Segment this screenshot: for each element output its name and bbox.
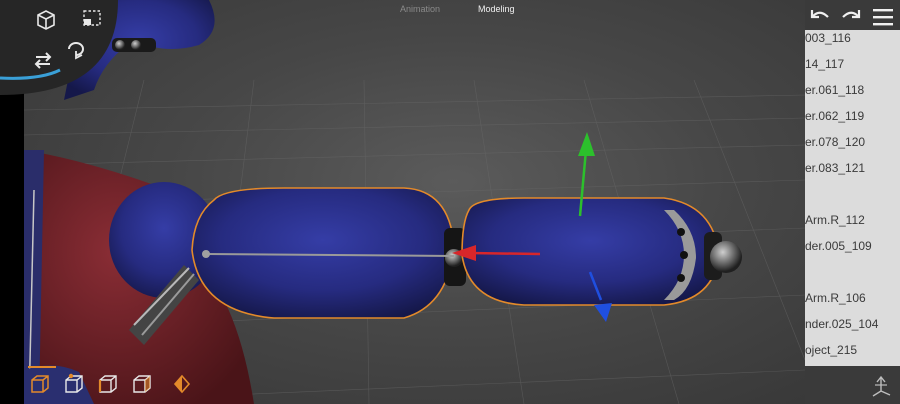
redo-button[interactable]: [839, 5, 863, 29]
axis-orientation-icon[interactable]: [868, 373, 894, 399]
object-mode-icon[interactable]: [28, 372, 52, 396]
hamburger-menu-icon: [873, 9, 893, 26]
outliner-item[interactable]: er.061_118: [805, 83, 900, 97]
gizmo-x-axis[interactable]: [468, 251, 541, 256]
outliner-item[interactable]: er.078_120: [805, 135, 900, 149]
tool-disc: [0, 0, 120, 95]
undo-icon: [810, 10, 829, 19]
undo-button[interactable]: [808, 5, 832, 29]
outliner-item[interactable]: Arm.R_106: [805, 291, 900, 305]
outliner-item[interactable]: oject_215: [805, 343, 900, 357]
select-box-icon[interactable]: [79, 5, 105, 31]
edge-mode-icon[interactable]: [96, 372, 120, 396]
outliner-item[interactable]: er.083_121: [805, 161, 900, 175]
tab-modeling[interactable]: Modeling: [478, 4, 515, 14]
keyframe-icon[interactable]: [170, 372, 194, 396]
vertex-mode-icon[interactable]: [62, 372, 86, 396]
right-panel: 003_116 14_117 er.061_118 er.062_119 er.…: [805, 0, 900, 404]
forearm-mesh[interactable]: [461, 197, 720, 306]
mode-tabs: Animation Modeling: [400, 4, 515, 14]
rotate-icon[interactable]: [63, 36, 89, 62]
cube-view-icon[interactable]: [33, 7, 59, 33]
outliner-list[interactable]: 003_116 14_117 er.061_118 er.062_119 er.…: [805, 30, 900, 366]
outliner-item[interactable]: nder.025_104: [805, 317, 900, 331]
gizmo-z-arrow[interactable]: [594, 303, 612, 322]
tab-animation[interactable]: Animation: [400, 4, 440, 14]
scene-render[interactable]: [24, 0, 805, 404]
gizmo-y-arrow[interactable]: [578, 132, 595, 156]
move-arrows-icon[interactable]: [30, 47, 56, 73]
upper-arm-mesh[interactable]: [191, 187, 455, 319]
3d-viewport[interactable]: Animation Modeling: [24, 0, 805, 404]
outliner-item[interactable]: 14_117: [805, 57, 900, 71]
outliner-item[interactable]: 003_116: [805, 31, 900, 45]
outliner-item[interactable]: Arm.R_112: [805, 213, 900, 227]
redo-icon: [842, 10, 861, 19]
wrist-joint-mesh[interactable]: [704, 232, 742, 280]
outliner-item[interactable]: er.062_119: [805, 109, 900, 123]
app-window: Animation Modeling 003_116 14_117 er.061…: [0, 0, 900, 404]
active-mode-underline: [28, 366, 56, 368]
outliner-item[interactable]: der.005_109: [805, 239, 900, 253]
face-mode-icon[interactable]: [130, 372, 154, 396]
selection-mode-toolbar: [28, 366, 198, 400]
menu-button[interactable]: [871, 5, 895, 29]
